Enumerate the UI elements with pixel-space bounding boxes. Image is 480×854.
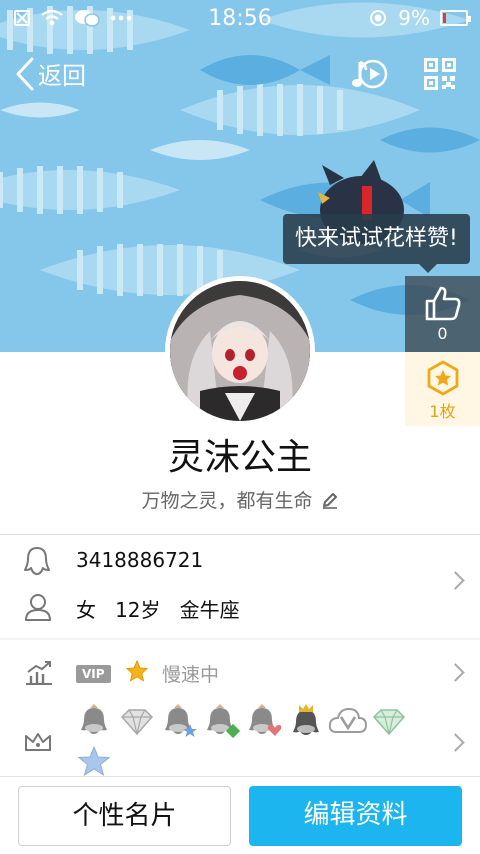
profile-signature[interactable]: 万物之灵，都有生命 [0, 486, 480, 513]
medal-icon [427, 360, 459, 396]
zodiac: 金牛座 [179, 598, 240, 622]
nav-bar: 返回 [0, 50, 480, 102]
crown-icon [25, 733, 51, 751]
battery-icon [440, 10, 471, 26]
status-bar-right: 9% [368, 6, 471, 30]
bottom-action-bar: 个性名片 编辑资料 [0, 776, 480, 854]
avatar[interactable] [165, 276, 315, 426]
like-button[interactable]: 0 [405, 276, 480, 352]
edit-profile-button[interactable]: 编辑资料 [249, 786, 462, 846]
qq-penguin-icon [24, 547, 50, 575]
vip-row[interactable] [0, 640, 480, 704]
thumbs-up-icon [425, 286, 461, 321]
status-bar: 18:56 9% [0, 0, 480, 38]
penguin-heart-badge [249, 704, 282, 736]
personal-details: 女 12岁 金牛座 [76, 594, 240, 623]
blue-star-badge [78, 746, 110, 776]
signature-text: 万物之灵，都有生命 [141, 490, 313, 512]
basic-info-row[interactable]: 3418886721 女 12岁 金牛座 [0, 534, 480, 638]
personal-card-button[interactable]: 个性名片 [18, 786, 231, 846]
like-count: 0 [437, 324, 448, 343]
medal-count: 1枚 [429, 402, 456, 421]
penguin-crown-badge [293, 704, 319, 735]
person-icon [25, 594, 51, 621]
penguin-green-badge [207, 704, 240, 738]
penguin-badge [81, 704, 107, 734]
back-label: 返回 [38, 62, 86, 90]
back-icon [16, 57, 34, 90]
profile-name: 灵沫公主 [167, 437, 312, 478]
badges-row[interactable] [0, 704, 480, 776]
back-button[interactable]: 返回 [14, 56, 86, 91]
location-icon [370, 10, 387, 26]
like-tooltip[interactable]: 快来试试花样赞! [283, 214, 470, 273]
music-icon[interactable] [350, 54, 390, 94]
cloud-v-badge [328, 707, 368, 733]
penguin-star-badge [165, 704, 197, 737]
qq-number: 3418886721 [76, 548, 204, 572]
qr-code-icon[interactable] [424, 58, 456, 90]
medal-button[interactable]: 1枚 [405, 352, 480, 426]
star-icon [126, 660, 148, 682]
chevron-right-icon [446, 571, 465, 590]
chevron-right-icon [446, 663, 465, 682]
vip-status: 慢速中 [162, 664, 220, 686]
green-diamond-badge [372, 709, 406, 736]
avatar-image [170, 281, 310, 421]
level-chart-icon [26, 661, 52, 685]
edit-pencil-icon[interactable] [321, 491, 339, 509]
chevron-right-icon [446, 733, 465, 752]
gender: 女 [76, 598, 96, 622]
vip-badge: VIP [76, 665, 111, 683]
battery-percent: 9% [398, 6, 430, 30]
diamond-badge [120, 709, 154, 736]
age: 12岁 [115, 598, 161, 622]
